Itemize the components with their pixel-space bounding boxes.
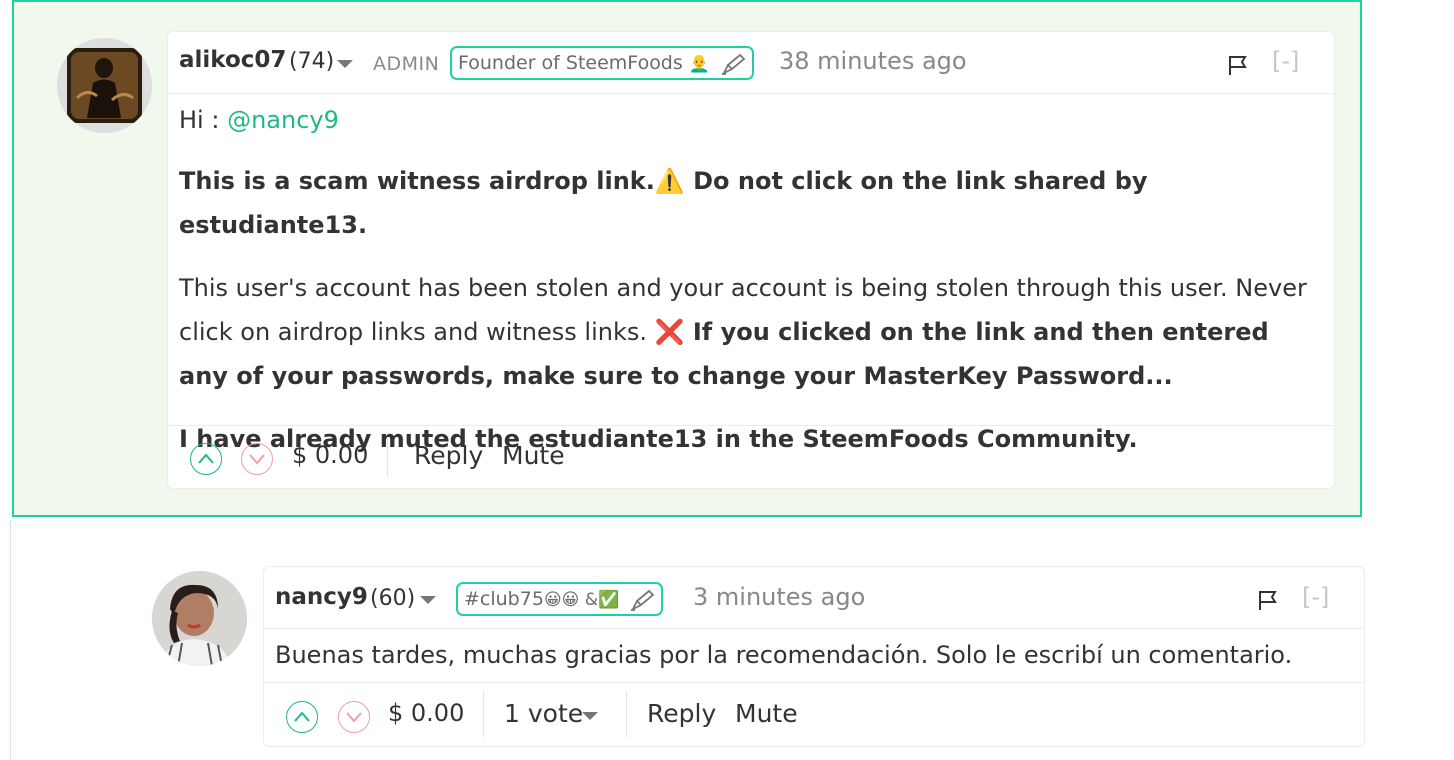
comment-footer: $ 0.00 Reply Mute <box>168 425 1334 490</box>
warning-icon: ⚠️ <box>654 167 685 195</box>
divider <box>483 691 484 737</box>
author-title-badge[interactable]: Founder of SteemFoods 👨‍🦲 <box>450 46 755 80</box>
comment-body: Hi : @nancy9 This is a scam witness aird… <box>179 98 1319 480</box>
comment-text: Buenas tardes, muchas gracias por la rec… <box>275 641 1293 669</box>
payout-value[interactable]: $ 0.00 <box>292 441 368 469</box>
collapse-toggle[interactable]: [-] <box>1272 47 1299 75</box>
author-name[interactable]: nancy9 <box>275 584 368 610</box>
author-name[interactable]: alikoc07 <box>179 47 286 73</box>
collapse-toggle[interactable]: [-] <box>1302 583 1329 611</box>
comment-body: Buenas tardes, muchas gracias por la rec… <box>275 633 1355 677</box>
vote-count[interactable]: 1 vote <box>504 699 583 728</box>
payout-value[interactable]: $ 0.00 <box>388 699 464 727</box>
caret-down-icon[interactable] <box>420 596 436 604</box>
badge-emojis: 😀😀 &✅ <box>543 590 620 610</box>
caret-down-icon[interactable] <box>582 712 598 720</box>
downvote-icon <box>249 454 265 465</box>
pencil-icon[interactable] <box>720 53 746 75</box>
pencil-icon[interactable] <box>629 589 655 611</box>
reply-button[interactable]: Reply <box>647 699 716 728</box>
downvote-icon <box>346 712 362 723</box>
upvote-button[interactable] <box>190 443 222 475</box>
flag-icon[interactable] <box>1257 589 1279 611</box>
divider <box>387 438 388 478</box>
upvote-icon <box>294 711 310 722</box>
downvote-button[interactable] <box>241 443 273 475</box>
cross-mark-icon: ❌ <box>654 318 685 346</box>
warning-text: This is a scam witness airdrop link. <box>179 167 655 195</box>
comment-header: alikoc07 (74) ADMIN Founder of SteemFood… <box>168 32 1334 94</box>
mute-button[interactable]: Mute <box>502 441 565 470</box>
flag-icon[interactable] <box>1227 54 1249 76</box>
upvote-button[interactable] <box>286 701 318 733</box>
badge-emoji: 👨‍🦲 <box>688 54 710 74</box>
author-reputation: (60) <box>370 586 416 611</box>
downvote-button[interactable] <box>338 701 370 733</box>
timestamp[interactable]: 38 minutes ago <box>779 47 967 75</box>
comment-footer: $ 0.00 1 vote Reply Mute <box>264 682 1364 748</box>
author-title-badge[interactable]: #club75😀😀 &✅ <box>456 582 664 616</box>
caret-down-icon[interactable] <box>337 60 353 68</box>
timestamp[interactable]: 3 minutes ago <box>693 583 865 611</box>
greeting-text: Hi : <box>179 106 228 134</box>
badge-label: #club75 <box>464 588 544 610</box>
divider <box>626 691 627 737</box>
reply-button[interactable]: Reply <box>414 441 483 470</box>
thread-line <box>10 520 11 760</box>
mute-button[interactable]: Mute <box>735 699 798 728</box>
comment-card: alikoc07 (74) ADMIN Founder of SteemFood… <box>167 31 1335 489</box>
upvote-icon <box>198 453 214 464</box>
role-label: ADMIN <box>373 53 440 75</box>
comment-card: nancy9 (60) #club75😀😀 &✅ 3 minutes ago [… <box>263 566 1365 747</box>
badge-label: Founder of SteemFoods <box>458 52 683 74</box>
mention-link[interactable]: @nancy9 <box>227 106 339 134</box>
avatar-alikoc07[interactable] <box>57 38 152 133</box>
avatar-nancy9[interactable] <box>152 571 247 666</box>
comment-header: nancy9 (60) #club75😀😀 &✅ 3 minutes ago [… <box>264 567 1364 629</box>
author-reputation: (74) <box>289 49 335 74</box>
